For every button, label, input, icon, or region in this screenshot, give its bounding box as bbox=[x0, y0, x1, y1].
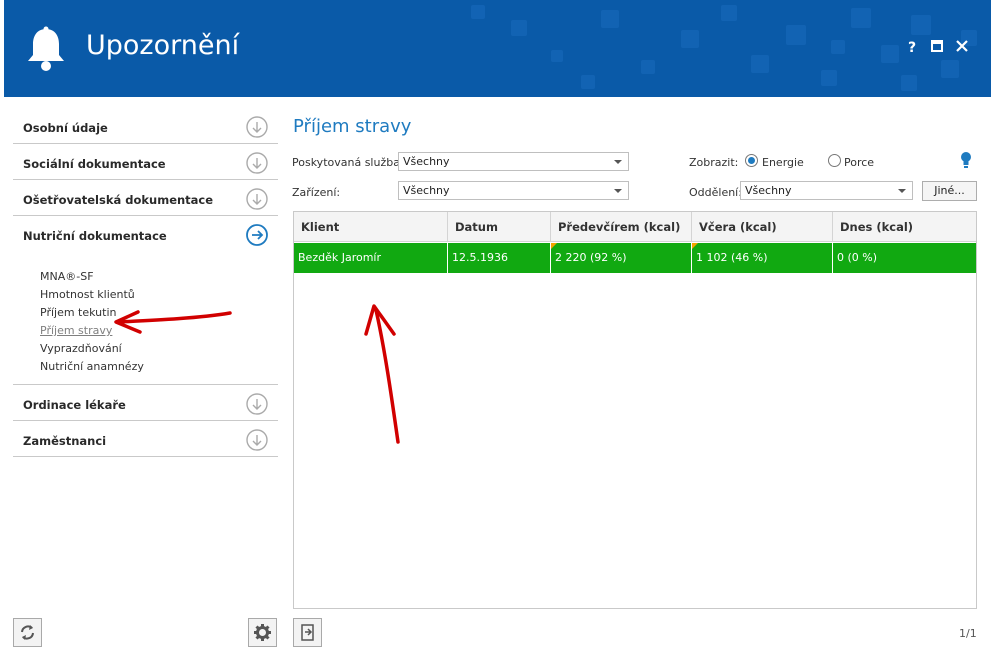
refresh-button[interactable] bbox=[13, 618, 42, 647]
column-header-birthdate[interactable]: Datum narození bbox=[448, 212, 551, 264]
lightbulb-icon[interactable] bbox=[959, 151, 973, 169]
close-icon bbox=[956, 40, 968, 52]
page-title: Příjem stravy bbox=[293, 116, 412, 137]
app-header: Upozornění ? bbox=[4, 0, 991, 97]
cell-yesterday-value: 1 102 (46 %) bbox=[696, 251, 768, 264]
cell-birthdate[interactable]: 12.5.1936 bbox=[448, 243, 551, 273]
help-button[interactable]: ? bbox=[904, 40, 920, 56]
comment-marker-icon bbox=[551, 243, 557, 249]
pager: 1/1 bbox=[959, 627, 977, 640]
submenu-item-food-intake[interactable]: Příjem stravy bbox=[40, 322, 278, 340]
section-label: Zaměstnanci bbox=[23, 434, 107, 448]
show-label: Zobrazit: bbox=[689, 156, 739, 169]
arrow-down-circle-icon[interactable] bbox=[246, 152, 268, 174]
section-label: Nutriční dokumentace bbox=[23, 229, 167, 243]
facility-value: Všechny bbox=[403, 184, 450, 197]
submenu-item-weight[interactable]: Hmotnost klientů bbox=[40, 286, 278, 304]
arrow-right-circle-icon[interactable] bbox=[246, 224, 268, 246]
section-label: Ošetřovatelská dokumentace bbox=[23, 193, 214, 207]
bell-icon bbox=[28, 26, 64, 71]
cell-day-before-value: 2 220 (92 %) bbox=[555, 251, 627, 264]
nutrition-submenu: MNA®-SF Hmotnost klientů Příjem tekutin … bbox=[13, 252, 278, 385]
app-title: Upozornění bbox=[86, 30, 240, 61]
sidebar: Osobní údaje Sociální dokumentace Ošetřo… bbox=[13, 108, 278, 457]
radio-energy[interactable] bbox=[745, 154, 758, 167]
column-header-client[interactable]: Klient bbox=[294, 212, 448, 242]
other-button[interactable]: Jiné... bbox=[922, 181, 977, 201]
comment-marker-icon bbox=[692, 243, 698, 249]
dropdown-arrow-icon bbox=[614, 189, 622, 193]
dropdown-arrow-icon bbox=[898, 189, 906, 193]
sidebar-section-nutrition[interactable]: Nutriční dokumentace bbox=[13, 216, 278, 252]
column-header-today[interactable]: Dnes (kcal) bbox=[833, 212, 978, 242]
maximize-icon bbox=[931, 40, 943, 52]
submenu-item-nutrition-history[interactable]: Nutriční anamnézy bbox=[40, 358, 278, 376]
service-label: Poskytovaná služba: bbox=[292, 156, 404, 169]
dropdown-arrow-icon bbox=[614, 160, 622, 164]
sidebar-section-social[interactable]: Sociální dokumentace bbox=[13, 144, 278, 180]
export-icon bbox=[301, 624, 314, 641]
submenu-item-excretion[interactable]: Vyprazdňování bbox=[40, 340, 278, 358]
settings-button[interactable] bbox=[248, 618, 277, 647]
radio-portion-label[interactable]: Porce bbox=[844, 156, 874, 169]
section-label: Ordinace lékaře bbox=[23, 398, 126, 412]
close-button[interactable] bbox=[954, 40, 970, 56]
arrow-down-circle-icon[interactable] bbox=[246, 188, 268, 210]
cell-today[interactable]: 0 (0 %) bbox=[833, 243, 978, 273]
maximize-button[interactable] bbox=[929, 40, 945, 56]
grid-header: Klient Datum narození Předevčírem (kcal)… bbox=[294, 212, 978, 264]
column-header-yesterday[interactable]: Včera (kcal) bbox=[692, 212, 833, 242]
arrow-down-circle-icon[interactable] bbox=[246, 429, 268, 451]
table-row[interactable]: Bezděk Jaromír 12.5.1936 2 220 (92 %) 1 … bbox=[294, 243, 976, 273]
radio-energy-label[interactable]: Energie bbox=[762, 156, 804, 169]
submenu-item-fluid-intake[interactable]: Příjem tekutin bbox=[40, 304, 278, 322]
dept-value: Všechny bbox=[745, 184, 792, 197]
cell-client[interactable]: Bezděk Jaromír bbox=[294, 243, 448, 273]
arrow-down-circle-icon[interactable] bbox=[246, 393, 268, 415]
gear-icon bbox=[254, 624, 271, 641]
refresh-icon bbox=[21, 625, 34, 640]
column-header-day-before[interactable]: Předevčírem (kcal) bbox=[551, 212, 692, 242]
sidebar-section-nursing[interactable]: Ošetřovatelská dokumentace bbox=[13, 180, 278, 216]
sidebar-section-personal[interactable]: Osobní údaje bbox=[13, 108, 278, 144]
section-label: Osobní údaje bbox=[23, 121, 108, 135]
arrow-down-circle-icon[interactable] bbox=[246, 116, 268, 138]
service-value: Všechny bbox=[403, 155, 450, 168]
section-label: Sociální dokumentace bbox=[23, 157, 166, 171]
data-grid: Klient Datum narození Předevčírem (kcal)… bbox=[293, 211, 977, 609]
dept-select[interactable]: Všechny bbox=[740, 181, 913, 200]
sidebar-section-physician[interactable]: Ordinace lékaře bbox=[13, 385, 278, 421]
submenu-item-mna[interactable]: MNA®-SF bbox=[40, 268, 278, 286]
service-select[interactable]: Všechny bbox=[398, 152, 629, 171]
facility-select[interactable]: Všechny bbox=[398, 181, 629, 200]
facility-label: Zařízení: bbox=[292, 186, 341, 199]
dept-label: Oddělení: bbox=[689, 186, 742, 199]
cell-yesterday[interactable]: 1 102 (46 %) bbox=[692, 243, 833, 273]
export-button[interactable] bbox=[293, 618, 322, 647]
cell-day-before[interactable]: 2 220 (92 %) bbox=[551, 243, 692, 273]
radio-portion[interactable] bbox=[828, 154, 841, 167]
sidebar-section-employees[interactable]: Zaměstnanci bbox=[13, 421, 278, 457]
